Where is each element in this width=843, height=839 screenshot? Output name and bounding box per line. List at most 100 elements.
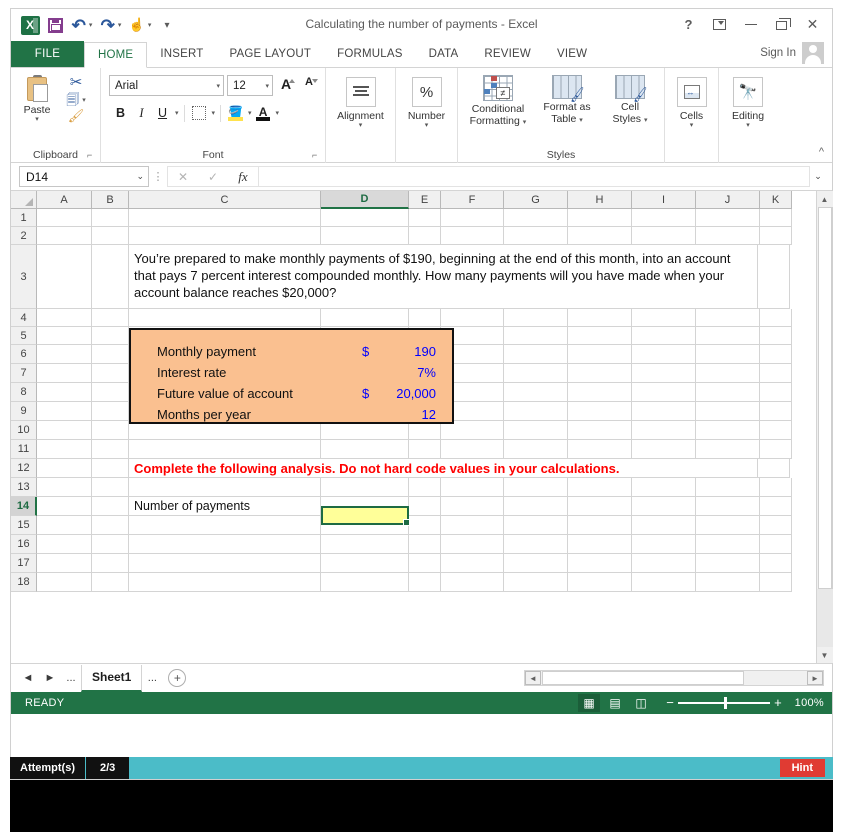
cell-c18[interactable]	[129, 573, 321, 592]
editing-button[interactable]: 🔭 Editing ▾	[723, 71, 773, 163]
cell-a3[interactable]	[37, 245, 92, 309]
cell-e2[interactable]	[409, 227, 441, 245]
cell-k16[interactable]	[760, 535, 792, 554]
column-header-j[interactable]: J	[696, 191, 760, 209]
row-header-9[interactable]: 9	[11, 402, 37, 421]
cell-h4[interactable]	[568, 309, 632, 327]
cell-c8[interactable]	[129, 383, 321, 402]
cell-d4[interactable]	[321, 309, 409, 327]
cell-e5[interactable]	[409, 327, 441, 345]
cell-d15[interactable]	[321, 516, 409, 535]
cell-k17[interactable]	[760, 554, 792, 573]
cell-i11[interactable]	[632, 440, 696, 459]
cell-a7[interactable]	[37, 364, 92, 383]
alignment-button[interactable]: Alignment ▾	[330, 71, 391, 163]
cell-h1[interactable]	[568, 209, 632, 227]
cell-i17[interactable]	[632, 554, 696, 573]
column-header-h[interactable]: H	[568, 191, 632, 209]
fill-color-button[interactable]: 🪣	[226, 103, 245, 123]
tab-review[interactable]: REVIEW	[471, 41, 544, 67]
row-header-15[interactable]: 15	[11, 516, 37, 535]
cell-a14[interactable]	[37, 497, 92, 516]
cell-f17[interactable]	[441, 554, 504, 573]
collapse-ribbon-icon[interactable]: ^	[819, 146, 824, 158]
cell-e6[interactable]	[409, 345, 441, 364]
row-header-17[interactable]: 17	[11, 554, 37, 573]
expand-formula-bar-icon[interactable]: ⌄	[810, 171, 826, 182]
cell-j2[interactable]	[696, 227, 760, 245]
cell-c9[interactable]	[129, 402, 321, 421]
cell-c5[interactable]	[129, 327, 321, 345]
cell-g2[interactable]	[504, 227, 568, 245]
cell-c6[interactable]	[129, 345, 321, 364]
cell-f14[interactable]	[441, 497, 504, 516]
cell-c15[interactable]	[129, 516, 321, 535]
page-layout-view-icon[interactable]: ▤	[604, 694, 626, 712]
borders-dropdown-icon[interactable]: ▾	[212, 109, 216, 117]
cell-h2[interactable]	[568, 227, 632, 245]
cell-h16[interactable]	[568, 535, 632, 554]
zoom-slider[interactable]: − +	[666, 696, 782, 709]
cell-a8[interactable]	[37, 383, 92, 402]
cell-j9[interactable]	[696, 402, 760, 421]
cell-f6[interactable]	[441, 345, 504, 364]
underline-button[interactable]: U	[153, 103, 172, 123]
cell-g15[interactable]	[504, 516, 568, 535]
tab-formulas[interactable]: FORMULAS	[324, 41, 416, 67]
tab-page-layout[interactable]: PAGE LAYOUT	[216, 41, 324, 67]
cell-a15[interactable]	[37, 516, 92, 535]
row-header-14[interactable]: 14	[11, 497, 37, 516]
cell-b15[interactable]	[92, 516, 129, 535]
cell-g18[interactable]	[504, 573, 568, 592]
row-header-1[interactable]: 1	[11, 209, 37, 227]
cell-i15[interactable]	[632, 516, 696, 535]
cell-j5[interactable]	[696, 327, 760, 345]
cell-i7[interactable]	[632, 364, 696, 383]
row-header-11[interactable]: 11	[11, 440, 37, 459]
horizontal-scrollbar[interactable]: ◄ ►	[524, 670, 824, 686]
format-painter-icon[interactable]: 🖌	[68, 109, 85, 122]
cell-e8[interactable]	[409, 383, 441, 402]
number-format-button[interactable]: % Number ▾	[400, 71, 453, 163]
cell-g6[interactable]	[504, 345, 568, 364]
cell-j15[interactable]	[696, 516, 760, 535]
cell-c10[interactable]	[129, 421, 321, 440]
column-header-f[interactable]: F	[441, 191, 504, 209]
cell-g11[interactable]	[504, 440, 568, 459]
cell-i2[interactable]	[632, 227, 696, 245]
cell-h18[interactable]	[568, 573, 632, 592]
cell-f8[interactable]	[441, 383, 504, 402]
cell-c2[interactable]	[129, 227, 321, 245]
cell-b7[interactable]	[92, 364, 129, 383]
vertical-scroll-track[interactable]	[816, 589, 833, 647]
format-as-table-dropdown-icon[interactable]: ▾	[577, 117, 583, 124]
cell-d11[interactable]	[321, 440, 409, 459]
cell-b1[interactable]	[92, 209, 129, 227]
page-break-preview-icon[interactable]: ◫	[630, 694, 652, 712]
cell-b18[interactable]	[92, 573, 129, 592]
normal-view-icon[interactable]: ▦	[578, 694, 601, 712]
cell-c13[interactable]	[129, 478, 321, 497]
cell-i8[interactable]	[632, 383, 696, 402]
cell-e1[interactable]	[409, 209, 441, 227]
cell-d2[interactable]	[321, 227, 409, 245]
row-header-10[interactable]: 10	[11, 421, 37, 440]
cell-b2[interactable]	[92, 227, 129, 245]
cell-i6[interactable]	[632, 345, 696, 364]
cell-k10[interactable]	[760, 421, 792, 440]
sign-in-area[interactable]: Sign In	[760, 42, 824, 64]
cell-k3[interactable]	[758, 245, 790, 309]
touch-mode-icon[interactable]: ☝ ▾	[127, 14, 153, 36]
cell-e16[interactable]	[409, 535, 441, 554]
column-header-d[interactable]: D	[321, 191, 409, 209]
cell-d13[interactable]	[321, 478, 409, 497]
cell-k6[interactable]	[760, 345, 792, 364]
cell-f9[interactable]	[441, 402, 504, 421]
redo-icon[interactable]: ↷ ▾	[98, 14, 124, 36]
cell-d5[interactable]	[321, 327, 409, 345]
cell-k15[interactable]	[760, 516, 792, 535]
hint-button[interactable]: Hint	[779, 759, 825, 777]
cell-d14-answer[interactable]	[321, 497, 409, 516]
cell-j13[interactable]	[696, 478, 760, 497]
cell-k1[interactable]	[760, 209, 792, 227]
